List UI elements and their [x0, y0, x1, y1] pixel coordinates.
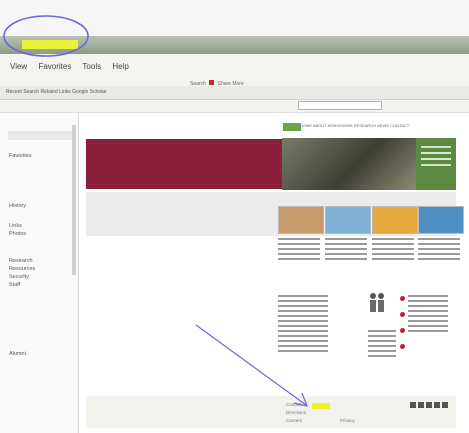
annotation-circle [3, 15, 89, 57]
annotation-arrow [195, 324, 307, 406]
annotation-layer [3, 15, 308, 407]
